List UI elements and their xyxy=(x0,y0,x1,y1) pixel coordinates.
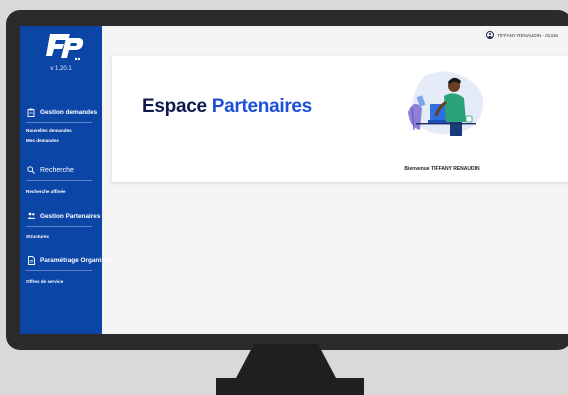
divider xyxy=(26,122,92,123)
nav-section-label: Gestion demandes xyxy=(40,108,98,116)
nav-parametrage-organisme[interactable]: Paramétrage Organisme xyxy=(20,252,116,268)
top-bar: TIFFANY RENAUDIN - 01316 xyxy=(102,26,568,48)
sidebar: v 1.20.1 Gestion demandes Nouvelles dema… xyxy=(20,26,114,334)
clipboard-icon xyxy=(26,107,36,117)
page-title-part2: Partenaires xyxy=(211,96,313,117)
screen: v 1.20.1 Gestion demandes Nouvelles dema… xyxy=(20,26,568,334)
nav-item-mes-demandes[interactable]: Mes demandes xyxy=(26,138,59,143)
nav-item-recherche-affinee[interactable]: Recherche affinée xyxy=(26,189,66,194)
user-name: TIFFANY RENAUDIN - 01316 xyxy=(497,32,558,38)
app-logo xyxy=(46,34,84,61)
user-circle-icon xyxy=(486,31,495,39)
divider xyxy=(26,270,92,271)
nav-item-structures[interactable]: Structures xyxy=(26,234,49,239)
nav-item-nouvelles-demandes[interactable]: Nouvelles demandes xyxy=(26,128,72,133)
page-title: Espace Partenaires xyxy=(142,96,312,118)
divider xyxy=(26,180,92,181)
nav-section-label: Recherche xyxy=(40,166,74,174)
monitor-stand-base xyxy=(216,378,364,395)
person-laptop-illustration xyxy=(408,71,484,136)
monitor-stand-neck xyxy=(236,344,336,378)
users-icon xyxy=(26,211,36,221)
welcome-card: Espace Partenaires Bienvenue TIFFANY REN… xyxy=(112,56,568,182)
document-icon xyxy=(26,255,36,265)
page-title-part1: Espace xyxy=(142,96,207,117)
nav-gestion-partenaires[interactable]: Gestion Partenaires xyxy=(20,208,102,224)
divider xyxy=(26,226,92,227)
nav-gestion-demandes[interactable]: Gestion demandes xyxy=(20,104,102,120)
welcome-message: Bienvenue TIFFANY RENAUDIN xyxy=(404,166,480,172)
user-menu[interactable]: TIFFANY RENAUDIN - 01316 xyxy=(486,31,558,39)
app-version: v 1.20.1 xyxy=(50,66,72,72)
monitor-frame: v 1.20.1 Gestion demandes Nouvelles dema… xyxy=(6,10,568,350)
nav-recherche[interactable]: Recherche xyxy=(20,162,102,178)
nav-item-offres-de-service[interactable]: Offres de service xyxy=(26,279,63,284)
search-icon xyxy=(26,165,36,175)
nav-section-label: Paramétrage Organisme xyxy=(40,256,114,264)
nav-section-label: Gestion Partenaires xyxy=(40,212,101,220)
